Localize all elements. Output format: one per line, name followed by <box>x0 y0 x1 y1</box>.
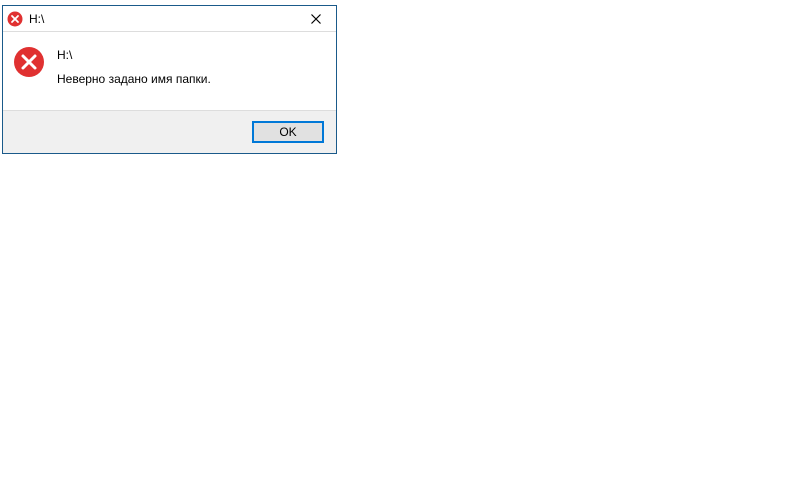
close-icon <box>311 14 321 24</box>
error-dialog: H:\ H:\ Неверно задано имя папки. OK <box>2 5 337 154</box>
dialog-message: Неверно задано имя папки. <box>57 72 211 86</box>
dialog-heading: H:\ <box>57 48 211 62</box>
close-button[interactable] <box>296 6 336 32</box>
error-icon <box>7 11 23 27</box>
error-icon <box>13 46 45 78</box>
titlebar: H:\ <box>3 6 336 32</box>
dialog-content: H:\ Неверно задано имя папки. <box>3 32 336 110</box>
dialog-text-block: H:\ Неверно задано имя папки. <box>57 46 211 86</box>
dialog-title: H:\ <box>29 12 296 26</box>
ok-button[interactable]: OK <box>252 121 324 143</box>
dialog-button-bar: OK <box>3 110 336 153</box>
